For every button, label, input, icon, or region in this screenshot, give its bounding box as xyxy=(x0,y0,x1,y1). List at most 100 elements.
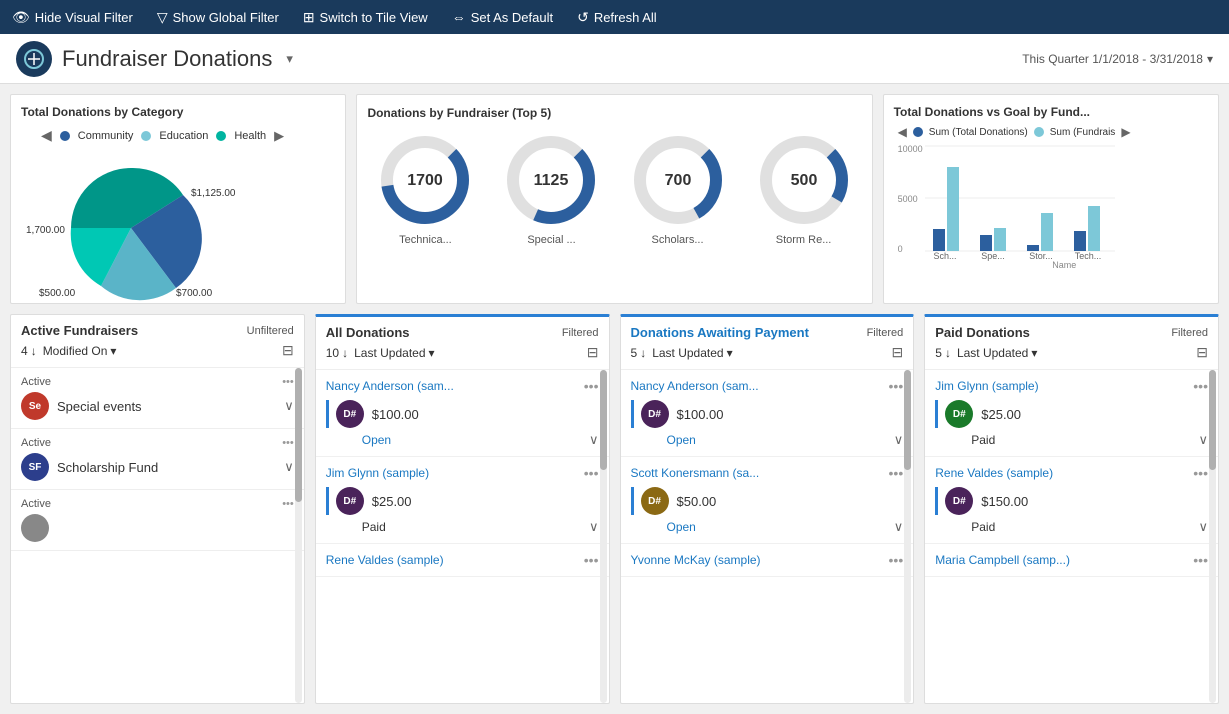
pd-item1-expand-icon[interactable]: ∨ xyxy=(1198,432,1208,448)
af-sort-field[interactable]: Modified On ▾ xyxy=(43,344,117,358)
ad-item2-name[interactable]: Jim Glynn (sample) xyxy=(326,466,429,480)
legend-education-label: Education xyxy=(159,130,208,142)
ad-item1-expand-icon[interactable]: ∨ xyxy=(589,432,599,448)
pd-item2-expand-icon[interactable]: ∨ xyxy=(1198,519,1208,535)
svg-text:$500.00: $500.00 xyxy=(39,288,76,299)
list-item: Active ••• xyxy=(11,490,304,551)
donut4-label: Storm Re... xyxy=(776,234,832,246)
pd-item2-avatar: D# xyxy=(945,487,973,515)
scrollbar-track[interactable] xyxy=(295,368,302,703)
show-global-filter-button[interactable]: ▽ Show Global Filter xyxy=(157,9,279,26)
pd-item2-amount: $150.00 xyxy=(981,494,1028,509)
pd-item3-name[interactable]: Maria Campbell (samp...) xyxy=(935,553,1070,567)
main-content: Total Donations by Category ◀ Community … xyxy=(0,84,1229,714)
pd-item1-name[interactable]: Jim Glynn (sample) xyxy=(935,379,1038,393)
ad-sort-field[interactable]: Last Updated ▾ xyxy=(354,346,434,360)
pd-item2-name[interactable]: Rene Valdes (sample) xyxy=(935,466,1053,480)
set-as-default-button[interactable]: ⇔ Set As Default xyxy=(452,9,553,25)
pd-item2-status: Paid xyxy=(971,520,995,534)
pd-filter-icon[interactable]: ⊟ xyxy=(1196,344,1208,361)
af-sort-count[interactable]: 4 ↓ xyxy=(21,344,37,358)
ad-item1-dots[interactable]: ••• xyxy=(584,378,599,394)
ad-item2-status: Paid xyxy=(362,520,386,534)
donut1-label: Technica... xyxy=(399,234,452,246)
donations-awaiting-title: Donations Awaiting Payment xyxy=(631,325,809,340)
chart3-x-label: Name xyxy=(925,260,1204,270)
pd-item3-dots[interactable]: ••• xyxy=(1193,552,1208,568)
scrollbar-thumb[interactable] xyxy=(1209,370,1216,470)
total-donations-category-chart: Total Donations by Category ◀ Community … xyxy=(10,94,346,304)
donations-awaiting-card: Donations Awaiting Payment Filtered 5 ↓ … xyxy=(620,314,915,704)
ad-item2-avatar: D# xyxy=(336,487,364,515)
ad-item1-amount: $100.00 xyxy=(372,407,419,422)
da-item1-name[interactable]: Nancy Anderson (sam... xyxy=(631,379,759,393)
title-chevron-icon[interactable]: ▾ xyxy=(286,51,293,67)
da-item1-dots[interactable]: ••• xyxy=(889,378,904,394)
ad-item1-status: Open xyxy=(362,433,391,447)
da-item3-name[interactable]: Yvonne McKay (sample) xyxy=(631,553,761,567)
af-item3-dots[interactable]: ••• xyxy=(282,498,294,510)
da-sort-field[interactable]: Last Updated ▾ xyxy=(652,346,732,360)
ad-item2-expand-icon[interactable]: ∨ xyxy=(589,519,599,535)
pd-item2-dots[interactable]: ••• xyxy=(1193,465,1208,481)
chart3-next-icon[interactable]: ▶ xyxy=(1121,125,1130,139)
da-item1-expand-icon[interactable]: ∨ xyxy=(894,432,904,448)
logo-icon xyxy=(24,49,44,69)
da-item2-status: Open xyxy=(667,520,696,534)
ad-item3-name[interactable]: Rene Valdes (sample) xyxy=(326,553,444,567)
da-item3-dots[interactable]: ••• xyxy=(889,552,904,568)
chart1-prev-icon[interactable]: ◀ xyxy=(41,127,52,144)
svg-text:Spe...: Spe... xyxy=(981,251,1005,261)
af-filter-icon[interactable]: ⊟ xyxy=(282,342,294,359)
date-range[interactable]: This Quarter 1/1/2018 - 3/31/2018 ▾ xyxy=(1022,52,1213,66)
list-item: Jim Glynn (sample) ••• D# $25.00 Paid ∨ xyxy=(316,457,609,544)
active-fundraisers-header: Active Fundraisers Unfiltered 4 ↓ Modifi… xyxy=(11,315,304,368)
active-fundraisers-title: Active Fundraisers xyxy=(21,323,138,338)
refresh-all-button[interactable]: ↺ Refresh All xyxy=(577,9,657,26)
ad-sort-count[interactable]: 10 ↓ xyxy=(326,346,348,360)
ad-item1-avatar: D# xyxy=(336,400,364,428)
pd-sort-count[interactable]: 5 ↓ xyxy=(935,346,951,360)
scrollbar-thumb[interactable] xyxy=(904,370,911,470)
pd-item1-avatar: D# xyxy=(945,400,973,428)
da-item2-dots[interactable]: ••• xyxy=(889,465,904,481)
chart1-next-icon[interactable]: ▶ xyxy=(274,128,284,144)
ad-item3-dots[interactable]: ••• xyxy=(584,552,599,568)
donut2-label: Special ... xyxy=(527,234,575,246)
legend-community-dot xyxy=(60,131,70,141)
page-header: Fundraiser Donations ▾ This Quarter 1/1/… xyxy=(0,34,1229,84)
paid-donations-title: Paid Donations xyxy=(935,325,1030,340)
ad-item1-name[interactable]: Nancy Anderson (sam... xyxy=(326,379,454,393)
scrollbar-thumb[interactable] xyxy=(600,370,607,470)
da-item1: Nancy Anderson (sam... ••• D# $100.00 Op… xyxy=(621,370,914,456)
chart3-prev-icon[interactable]: ◀ xyxy=(898,125,907,139)
hide-visual-filter-button[interactable]: 👁 Hide Visual Filter xyxy=(12,9,133,26)
ad-item2-dots[interactable]: ••• xyxy=(584,465,599,481)
scrollbar-track[interactable] xyxy=(600,370,607,703)
donations-awaiting-body: Nancy Anderson (sam... ••• D# $100.00 Op… xyxy=(621,370,914,703)
af-item1-avatar: Se xyxy=(21,392,49,420)
pd-sort-field[interactable]: Last Updated ▾ xyxy=(957,346,1037,360)
af-item1-dots[interactable]: ••• xyxy=(282,376,294,388)
af-item2-expand-icon[interactable]: ∨ xyxy=(284,459,294,475)
af-item2-dots[interactable]: ••• xyxy=(282,437,294,449)
pd-item1-amount: $25.00 xyxy=(981,407,1021,422)
scrollbar-track[interactable] xyxy=(904,370,911,703)
da-item2-expand-icon[interactable]: ∨ xyxy=(894,519,904,535)
list-item: Scott Konersmann (sa... ••• D# $50.00 Op… xyxy=(621,457,914,544)
pd-item1-dots[interactable]: ••• xyxy=(1193,378,1208,394)
af-item1-expand-icon[interactable]: ∨ xyxy=(284,398,294,414)
all-donations-card: All Donations Filtered 10 ↓ Last Updated… xyxy=(315,314,610,704)
scrollbar-thumb[interactable] xyxy=(295,368,302,502)
ad-filter-icon[interactable]: ⊟ xyxy=(587,344,599,361)
da-item2-amount: $50.00 xyxy=(677,494,717,509)
list-item: Rene Valdes (sample) ••• xyxy=(316,544,609,577)
da-filter-icon[interactable]: ⊟ xyxy=(892,344,904,361)
active-fundraisers-badge: Unfiltered xyxy=(247,325,294,337)
switch-tile-view-button[interactable]: ⊞ Switch to Tile View xyxy=(303,9,428,26)
da-sort-count[interactable]: 5 ↓ xyxy=(631,346,647,360)
scrollbar-track[interactable] xyxy=(1209,370,1216,703)
paid-donations-header: Paid Donations Filtered 5 ↓ Last Updated… xyxy=(925,317,1218,370)
y-axis: 0 5000 10000 xyxy=(898,144,925,254)
da-item2-name[interactable]: Scott Konersmann (sa... xyxy=(631,466,760,480)
